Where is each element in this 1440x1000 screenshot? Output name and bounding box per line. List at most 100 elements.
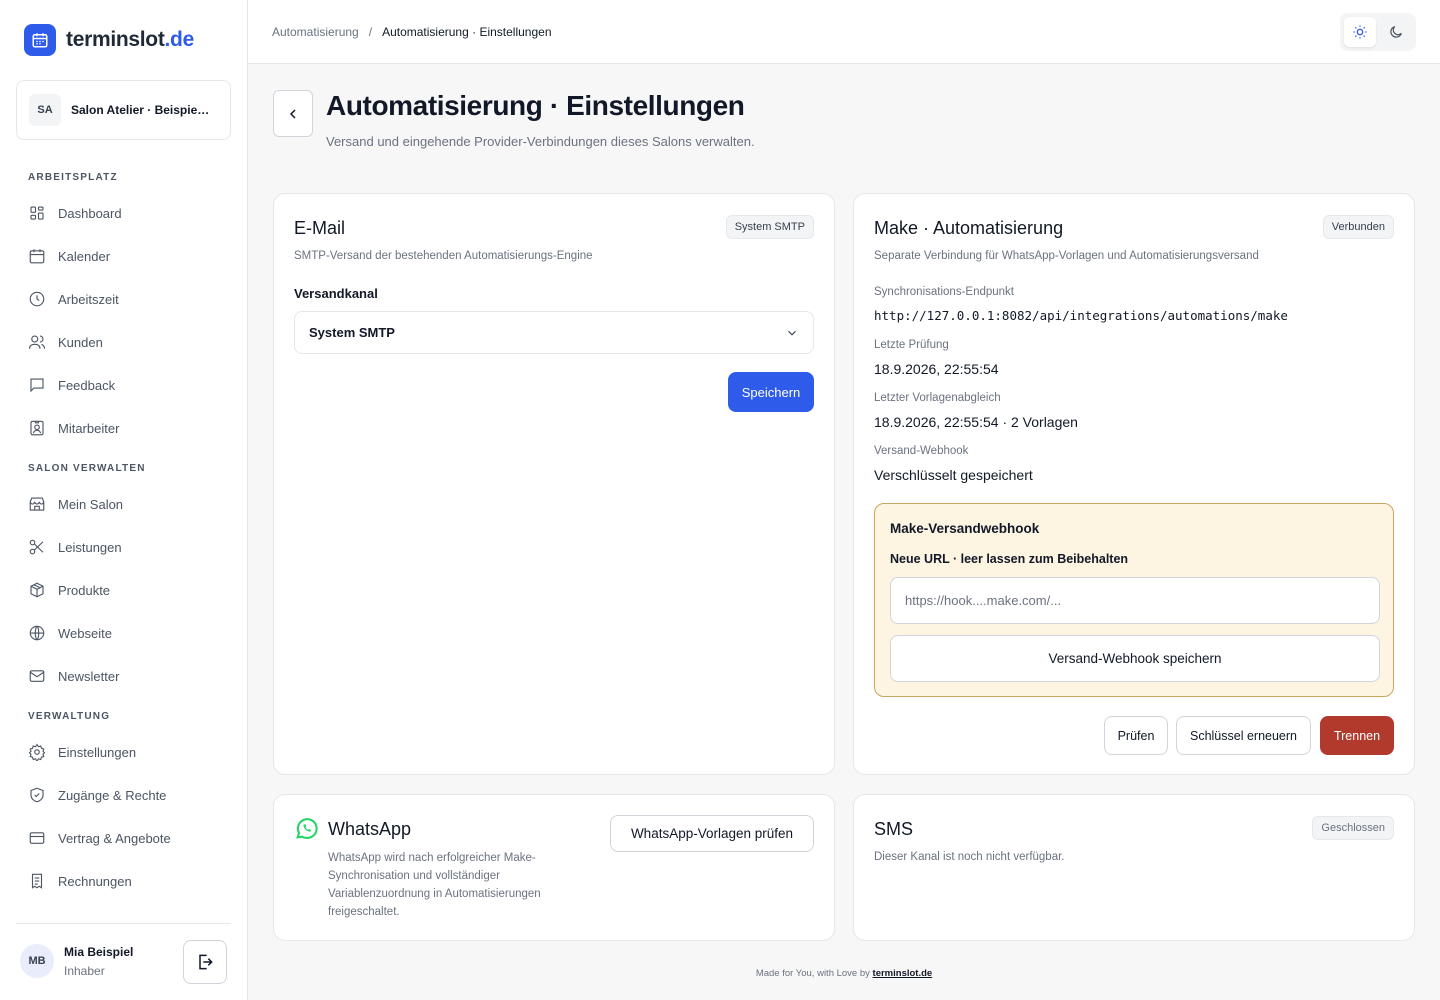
user-name: Mia Beispiel [64,944,134,959]
email-card: E-Mail System SMTP SMTP-Versand der best… [273,193,835,775]
scissors-icon [29,539,44,555]
sun-icon [1353,25,1367,39]
sms-card-description: Dieser Kanal ist noch nicht verfügbar. [874,851,1065,863]
whatsapp-card-description: WhatsApp wird nach erfolgreicher Make-Sy… [328,852,541,918]
sidebar-item-mein-salon[interactable]: Mein Salon [28,494,123,514]
email-card-description: SMTP-Versand der bestehenden Automatisie… [294,250,593,262]
logout-button[interactable] [183,940,227,984]
sidebar-item-dashboard[interactable]: Dashboard [28,203,122,223]
breadcrumb-current: Automatisierung · Einstellungen [382,25,552,39]
store-icon [29,497,45,511]
receipt-icon [31,873,43,889]
salon-switcher[interactable]: SA Salon Atelier · Beispiel… [16,80,231,140]
sidebar-item-feedback[interactable]: Feedback [28,375,115,395]
light-mode-button[interactable] [1344,17,1376,47]
check-button[interactable]: Prüfen [1104,716,1168,755]
sidebar-item-kunden[interactable]: Kunden [28,332,103,352]
gear-icon [28,743,46,761]
badge-icon [30,420,44,436]
calendar-logo-icon [24,24,56,56]
sidebar-item-mitarbeiter[interactable]: Mitarbeiter [28,418,119,438]
sms-card-title: SMS [874,819,914,839]
sidebar-item-kalender[interactable]: Kalender [28,246,110,266]
theme-toggle [1340,13,1416,51]
webhook-panel-title: Make-Versandwebhook [890,521,1040,536]
sidebar-item-arbeitszeit[interactable]: Arbeitszeit [28,289,119,309]
sidebar-divider [16,923,231,924]
sidebar-item-einstellungen[interactable]: Einstellungen [28,742,136,762]
sidebar-item-leistungen[interactable]: Leistungen [28,537,122,557]
make-card: Make · Automatisierung Verbunden Separat… [853,193,1415,775]
last-sync-label: Letzter Vorlagenabgleich [874,392,1001,404]
users-icon [28,335,46,349]
save-button[interactable]: Speichern [728,372,814,412]
sidebar-item-newsletter[interactable]: Newsletter [28,666,119,686]
endpoint-value: http://127.0.0.1:8082/api/integrations/a… [874,308,1288,323]
sms-card: SMS Geschlossen Dieser Kanal ist noch ni… [853,794,1415,941]
back-button[interactable] [273,90,313,137]
mail-icon [29,670,45,682]
whatsapp-card-title: WhatsApp [328,819,412,839]
page-subtitle: Versand und eingehende Provider-Verbindu… [326,134,755,149]
grid-icon [30,206,44,220]
webhook-panel: Make-Versandwebhook Neue URL · leer lass… [874,503,1394,697]
last-check-value: 18.9.2026, 22:55:54 [874,361,999,377]
breadcrumb-separator: / [368,25,373,39]
check-whatsapp-templates-button[interactable]: WhatsApp-Vorlagen prüfen [610,815,814,852]
brand[interactable]: terminslot.de [24,24,194,56]
shield-icon [30,787,44,803]
nav-heading-verwaltung: VERWALTUNG [28,711,111,722]
avatar: MB [20,944,54,978]
breadcrumb: Automatisierung / Automatisierung · Eins… [272,25,552,39]
sidebar-item-rechnungen[interactable]: Rechnungen [28,871,132,891]
status-badge: System SMTP [725,215,814,239]
footer: Made for You, with Love by terminslot.de [248,968,1440,979]
nav-heading-arbeitsplatz: ARBEITSPLATZ [28,172,118,183]
sidebar-item-vertrag[interactable]: Vertrag & Angebote [28,828,171,848]
dark-mode-button[interactable] [1380,17,1412,47]
sidebar: terminslot.de SA Salon Atelier · Beispie… [0,0,248,1000]
last-check-label: Letzte Prüfung [874,339,949,351]
chevron-left-icon [289,108,296,119]
webhook-url-label: Neue URL · leer lassen zum Beibehalten [890,552,1129,566]
calendar-icon [29,249,45,264]
logout-icon [199,954,213,970]
salon-avatar: SA [29,94,61,126]
save-webhook-button[interactable]: Versand-Webhook speichern [890,635,1380,682]
whatsapp-icon [294,816,319,846]
clock-icon [29,291,45,307]
user-profile[interactable]: MB Mia Beispiel Inhaber [20,944,133,978]
nav-heading-salon-verwalten: SALON VERWALTEN [28,463,146,474]
message-icon [30,378,44,393]
topbar: Automatisierung / Automatisierung · Eins… [248,0,1440,64]
make-card-title: Make · Automatisierung [874,218,1064,238]
moon-icon [1390,26,1402,38]
webhook-value: Verschlüsselt gespeichert [874,467,1033,483]
email-card-title: E-Mail [294,218,346,238]
versandkanal-label: Versandkanal [294,286,378,301]
webhook-url-input[interactable]: https://hook....make.com/... [890,577,1380,624]
renew-key-button[interactable]: Schlüssel erneuern [1176,716,1311,755]
page-title: Automatisierung · Einstellungen [326,90,745,121]
versandkanal-value: System SMTP [309,325,395,340]
webhook-label: Versand-Webhook [874,445,969,457]
brand-name: terminslot.de [66,28,194,51]
connection-badge: Verbunden [1322,215,1394,239]
make-card-description: Separate Verbindung für WhatsApp-Vorlage… [874,250,1259,262]
user-role: Inhaber [64,963,105,978]
box-icon [30,582,44,598]
versandkanal-select[interactable]: System SMTP [294,311,814,354]
footer-link[interactable]: terminslot.de [873,968,933,979]
chevron-down-icon [788,330,796,336]
sidebar-item-produkte[interactable]: Produkte [28,580,110,600]
whatsapp-card: WhatsApp WhatsApp wird nach erfolgreiche… [273,794,835,941]
credit-card-icon [29,832,45,844]
sidebar-item-zugaenge[interactable]: Zugänge & Rechte [28,785,166,805]
footer-text: Made for You, with Love by [755,968,870,979]
endpoint-label: Synchronisations-Endpunkt [874,286,1014,298]
sidebar-item-webseite[interactable]: Webseite [28,623,112,643]
breadcrumb-parent[interactable]: Automatisierung [272,25,359,39]
closed-badge: Geschlossen [1312,816,1394,840]
globe-icon [29,625,45,641]
disconnect-button[interactable]: Trennen [1320,716,1394,755]
